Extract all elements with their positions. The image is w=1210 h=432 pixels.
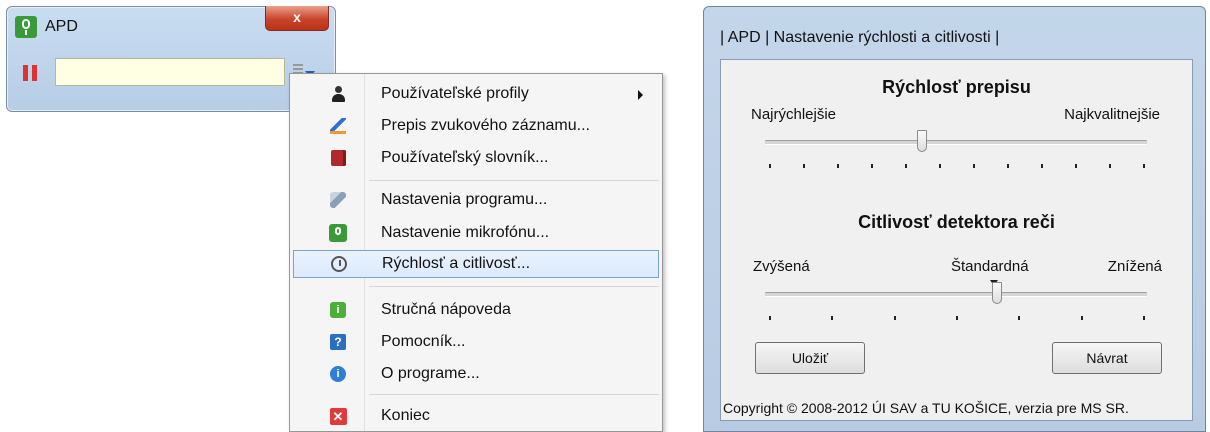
slider-tick	[905, 164, 907, 168]
speed-left-label: Najrýchlejšie	[751, 106, 837, 123]
slider-tick	[973, 164, 975, 168]
sensitivity-right-label: Znížená	[1107, 258, 1162, 275]
close-button[interactable]: x	[265, 6, 329, 31]
help-icon: ?	[329, 333, 347, 351]
apd-window: APD x	[6, 6, 336, 112]
menu-item-quick-help[interactable]: i Stručná nápoveda	[293, 296, 659, 324]
slider-tick	[769, 316, 771, 320]
menu-item-about[interactable]: i O programe...	[293, 360, 659, 388]
sensitivity-left-label: Zvýšená	[753, 258, 810, 275]
pen-icon	[329, 117, 347, 135]
slider-tick	[1041, 164, 1043, 168]
menu-item-program-settings[interactable]: Nastavenia programu...	[293, 186, 659, 214]
menu-item-microphone-settings[interactable]: Nastavenie mikrofónu...	[293, 219, 659, 247]
slider-tick	[1080, 316, 1083, 320]
slider-tick	[769, 164, 771, 168]
menu-item-help[interactable]: ? Pomocník...	[293, 328, 659, 356]
slider-tick	[1007, 164, 1009, 168]
pause-icon[interactable]	[23, 65, 37, 81]
dialog-content: Rýchlosť prepisu Najrýchlejšie Najkvalit…	[720, 59, 1193, 421]
speed-sensitivity-dialog: | APD | Nastavenie rýchlosti a citlivost…	[703, 6, 1206, 432]
user-profile-icon	[329, 85, 347, 103]
context-menu: Používateľské profily Prepis zvukového z…	[289, 73, 663, 432]
sensitivity-slider-thumb[interactable]	[992, 282, 1003, 304]
microphone-icon	[329, 224, 347, 242]
back-button[interactable]: Návrat	[1052, 342, 1162, 374]
menu-item-speed-sensitivity[interactable]: Rýchlosť a citlivosť...	[293, 250, 659, 278]
menu-separator	[369, 286, 659, 287]
wrench-icon	[329, 191, 347, 209]
slider-tick	[871, 164, 873, 168]
speed-right-label: Najkvalitnejšie	[1064, 106, 1160, 123]
menu-item-exit[interactable]: ✕ Koniec	[293, 402, 659, 430]
submenu-arrow-icon	[638, 90, 643, 100]
slider-tick	[939, 164, 941, 168]
menu-item-user-dictionary[interactable]: Používateľský slovník...	[293, 144, 659, 172]
slider-tick	[1109, 164, 1111, 168]
slider-tick	[893, 316, 896, 320]
apd-toolbar	[15, 55, 327, 95]
save-button[interactable]: Uložiť	[755, 342, 865, 374]
sensitivity-center-label: Štandardná	[951, 258, 1029, 275]
apd-logo-icon	[15, 16, 37, 38]
info-icon: i	[329, 301, 347, 319]
dialog-title: | APD | Nastavenie rýchlosti a citlivost…	[720, 29, 1000, 46]
slider-tick	[803, 164, 805, 168]
menu-separator	[369, 394, 659, 395]
clock-icon	[330, 255, 348, 273]
exit-icon: ✕	[329, 407, 347, 425]
slider-tick	[1143, 316, 1145, 320]
apd-title: APD	[45, 18, 78, 35]
slider-tick	[1143, 164, 1145, 168]
slider-tick	[831, 316, 834, 320]
sensitivity-slider-track[interactable]	[765, 292, 1147, 297]
menu-item-audio-transcription[interactable]: Prepis zvukového záznamu...	[293, 112, 659, 140]
sensitivity-heading: Citlivosť detektora reči	[858, 212, 1055, 232]
speed-slider-track[interactable]	[765, 140, 1147, 145]
speed-heading: Rýchlosť prepisu	[882, 77, 1031, 97]
speed-slider-thumb[interactable]	[917, 130, 928, 152]
menu-item-user-profiles[interactable]: Používateľské profily	[293, 80, 659, 108]
slider-tick	[1018, 316, 1021, 320]
transcription-input[interactable]	[55, 58, 285, 86]
about-icon: i	[329, 365, 347, 383]
dictionary-icon	[329, 149, 347, 167]
slider-tick	[837, 164, 839, 168]
menu-separator	[369, 180, 659, 181]
apd-titlebar: APD	[15, 15, 78, 39]
slider-tick	[1075, 164, 1077, 168]
copyright-text: Copyright © 2008-2012 ÚI SAV a TU KOŠICE…	[723, 400, 1129, 416]
slider-tick	[956, 316, 958, 320]
